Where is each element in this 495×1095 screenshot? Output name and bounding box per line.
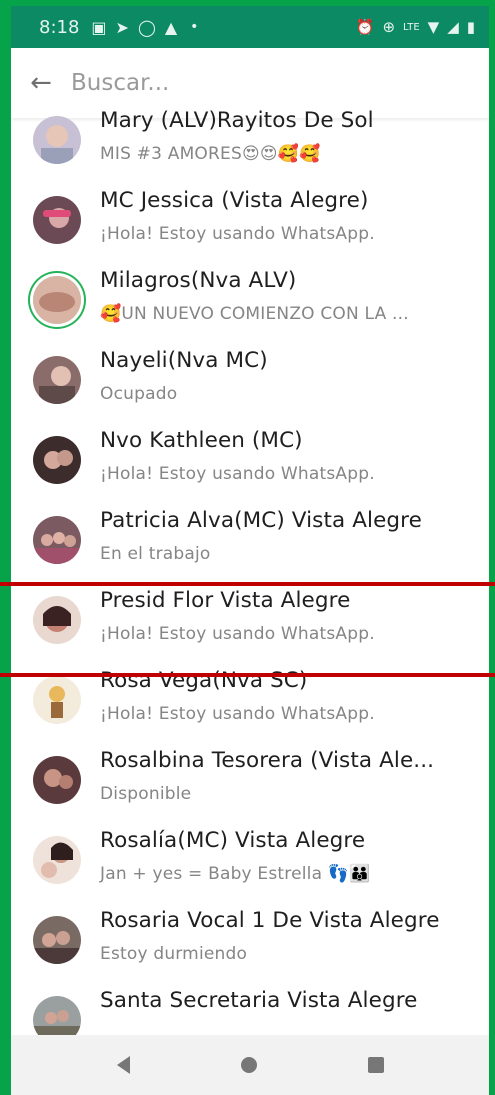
whatsapp-icon: ◯ [137,17,156,37]
highlight-line-bottom [0,673,495,677]
contact-row[interactable]: Nayeli(Nva MC) Ocupado [11,340,489,420]
wifi-icon: ▼ [427,18,440,36]
send-icon: ➤ [115,17,129,37]
avatar [33,836,81,884]
contact-name: Rosalbina Tesorera (Vista Ale... [100,748,435,773]
avatar [33,596,81,644]
warning-icon: ▲ [164,17,178,37]
contact-name: MC Jessica (Vista Alegre) [100,188,369,213]
avatar [33,116,81,164]
clock: 8:18 [39,16,80,38]
contact-row[interactable]: Patricia Alva(MC) Vista Alegre En el tra… [11,500,489,580]
avatar [33,516,81,564]
avatar [33,276,81,324]
gallery-icon: ▣ [91,17,107,37]
search-input[interactable] [71,70,431,96]
contact-row[interactable]: Nvo Kathleen (MC) ¡Hola! Estoy usando Wh… [11,420,489,500]
contact-status: En el trabajo [100,544,211,564]
contact-name: Presid Flor Vista Alegre [100,588,351,613]
contact-name: Rosa Vega(Nva SC) [100,668,308,693]
contact-status: 🥰UN NUEVO COMIENZO CON LA ... [100,304,409,324]
contact-name: Milagros(Nva ALV) [100,268,297,293]
contact-status: Estoy durmiendo [100,944,248,964]
avatar [33,356,81,404]
alarm-icon: ⏰ [355,18,375,36]
signal-icon: ◢ [447,18,459,36]
contact-name: Nayeli(Nva MC) [100,348,268,373]
avatar [33,676,81,724]
navigation-bar [11,1035,489,1095]
contact-status: ¡Hola! Estoy usando WhatsApp. [100,624,375,644]
contact-status: ¡Hola! Estoy usando WhatsApp. [100,464,375,484]
contact-status: Ocupado [100,384,178,404]
highlight-line-top [0,582,495,586]
contact-row[interactable]: MC Jessica (Vista Alegre) ¡Hola! Estoy u… [11,180,489,260]
nav-back-icon[interactable] [116,1056,130,1074]
battery-icon: ▮ [466,18,475,36]
contact-row[interactable]: Rosalía(MC) Vista Alegre Jan + yes = Bab… [11,820,489,900]
contact-status: MIS #3 AMORES😍😍🥰🥰 [100,144,321,164]
contact-status: Disponible [100,784,192,804]
avatar [33,916,81,964]
contact-name: Nvo Kathleen (MC) [100,428,303,453]
contact-status: ¡Hola! Estoy usando WhatsApp. [100,704,375,724]
contact-row[interactable]: Rosaria Vocal 1 De Vista Alegre Estoy du… [11,900,489,980]
back-arrow-icon[interactable]: ← [11,68,71,98]
contact-name: Rosaria Vocal 1 De Vista Alegre [100,908,440,933]
more-notifications-icon: • [190,19,199,35]
nav-recents-icon[interactable] [367,1057,384,1073]
status-bar: 8:18 ▣ ➤ ◯ ▲ • ⏰ ⊕ LTE ▼ ◢ ▮ [11,6,489,48]
contact-name: Rosalía(MC) Vista Alegre [100,828,366,853]
nav-home-icon[interactable] [240,1057,257,1073]
contact-status: ¡Hola! Estoy usando WhatsApp. [100,224,375,244]
contact-name: Patricia Alva(MC) Vista Alegre [100,508,422,533]
contact-row[interactable]: Milagros(Nva ALV) 🥰UN NUEVO COMIENZO CON… [11,260,489,340]
avatar [33,756,81,804]
contact-name: Santa Secretaria Vista Alegre [100,988,418,1013]
contact-row[interactable]: Rosa Vega(Nva SC) ¡Hola! Estoy usando Wh… [11,660,489,740]
contact-status: Jan + yes = Baby Estrella 👣👪 [100,864,371,884]
contact-row[interactable]: Mary (ALV)Rayitos De Sol MIS #3 AMORES😍😍… [11,100,489,180]
avatar [33,196,81,244]
contact-name: Mary (ALV)Rayitos De Sol [100,108,374,133]
avatar [33,436,81,484]
contact-row[interactable]: Presid Flor Vista Alegre ¡Hola! Estoy us… [11,580,489,660]
volte-icon: LTE [403,21,420,33]
data-saver-icon: ⊕ [382,18,396,36]
contact-row[interactable]: Rosalbina Tesorera (Vista Ale... Disponi… [11,740,489,820]
